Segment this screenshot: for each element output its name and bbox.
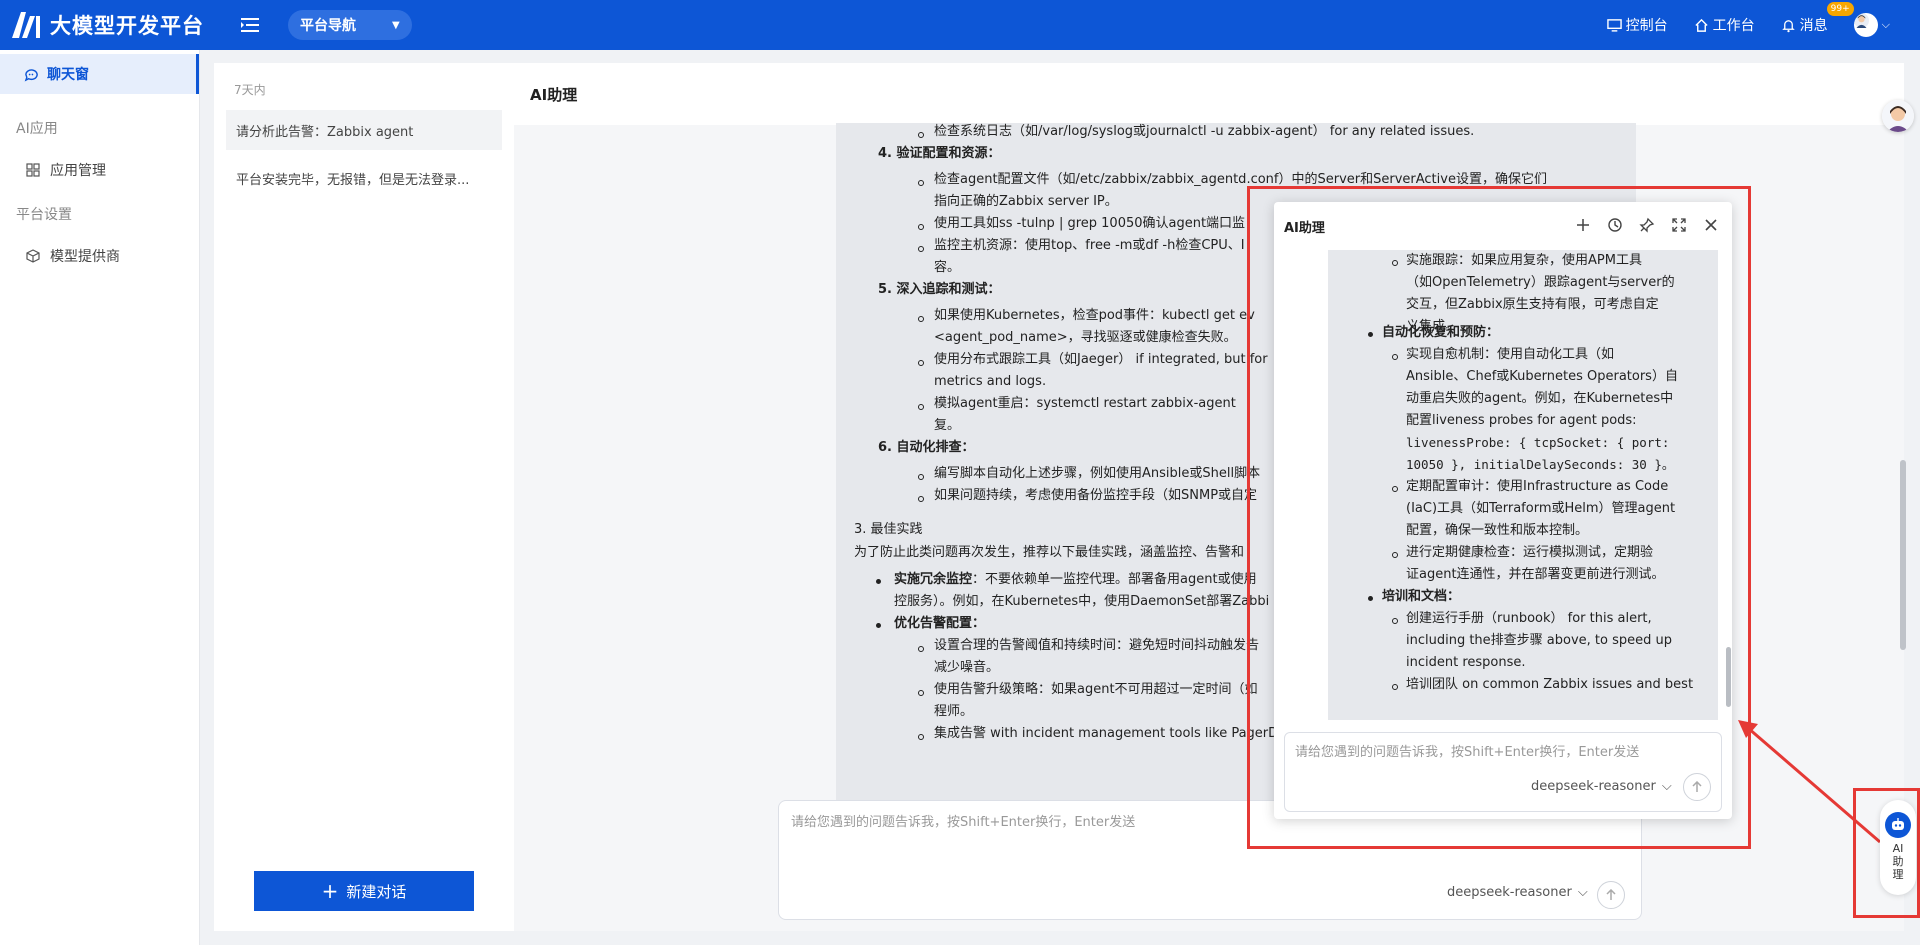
console-link[interactable]: 控制台 bbox=[1606, 15, 1668, 35]
grid-icon bbox=[26, 163, 40, 177]
logo-icon bbox=[12, 12, 40, 38]
workbench-label: 工作台 bbox=[1712, 18, 1755, 34]
message-text: 使用工具如ss -tulnp | grep 10050确认agent端口监 bbox=[934, 216, 1246, 231]
main-scrollbar[interactable] bbox=[1900, 460, 1906, 650]
workbench-link[interactable]: 工作台 bbox=[1694, 15, 1755, 35]
home-icon bbox=[1695, 18, 1708, 32]
assistant-avatar[interactable] bbox=[1882, 100, 1914, 132]
ai-assistant-float-button[interactable]: AI助理 bbox=[1880, 800, 1916, 895]
console-label: 控制台 bbox=[1625, 18, 1668, 34]
chat-input-placeholder: 请给您遇到的问题告诉我，按Shift+Enter换行，Enter发送 bbox=[791, 815, 1136, 830]
app-logo[interactable]: 大模型开发平台 bbox=[10, 10, 204, 40]
message-text: 为了防止此类问题再次发生，推荐以下最佳实践，涵盖监控、告警和 bbox=[854, 545, 1245, 560]
platform-nav-label: 平台导航 bbox=[300, 18, 356, 34]
sidebar-item-chat[interactable]: 聊天窗 bbox=[0, 54, 199, 94]
sidebar-item-label: 应用管理 bbox=[50, 163, 106, 179]
sidebar-item-label: 模型提供商 bbox=[50, 249, 120, 265]
sidebar: 聊天窗 AI应用 应用管理 平台设置 模型提供商 bbox=[0, 50, 200, 945]
user-menu[interactable]: ⌵ bbox=[1853, 13, 1890, 37]
message-text: <agent_pod_name>，寻找驱逐或健康检查失败。 bbox=[934, 330, 1237, 345]
menu-toggle-icon[interactable] bbox=[240, 15, 260, 35]
message-text: 程师。 bbox=[934, 704, 974, 719]
message-text: 检查系统日志（如/var/log/syslog或journalctl -u za… bbox=[934, 124, 1475, 139]
sidebar-group-ai-apps: AI应用 bbox=[16, 121, 58, 137]
message-text: 监控主机资源：使用top、free -m或df -h检查CPU、I bbox=[934, 238, 1245, 253]
message-heading: 3. 最佳实践 bbox=[854, 522, 923, 537]
message-heading: 4. 验证配置和资源： bbox=[878, 146, 1001, 161]
caret-down-icon: ▼ bbox=[392, 19, 400, 31]
sidebar-item-label: 聊天窗 bbox=[47, 67, 89, 83]
messages-label: 消息 bbox=[1799, 18, 1828, 34]
message-text: metrics and logs. bbox=[934, 374, 1047, 389]
message-heading: 5. 深入追踪和测试： bbox=[878, 282, 1001, 297]
chat-icon bbox=[24, 68, 38, 82]
conversation-item[interactable]: 请分析此告警：Zabbix agent bbox=[226, 110, 502, 150]
message-text: 设置合理的告警阈值和持续时间：避免短时间抖动触发告 bbox=[934, 638, 1260, 653]
monitor-icon bbox=[1606, 18, 1622, 32]
conversation-item[interactable]: 平台安装完毕，无报错，但是无法登录... bbox=[226, 158, 502, 198]
message-text: 容。 bbox=[934, 260, 961, 275]
message-text: 如果问题持续，考虑使用备份监控手段（如SNMP或自定 bbox=[934, 488, 1258, 503]
new-chat-label: 新建对话 bbox=[346, 882, 407, 901]
chevron-down-icon: ⌵ bbox=[1577, 885, 1588, 900]
message-text: 集成告警 with incident management tools like… bbox=[934, 726, 1287, 741]
model-selector-label: deepseek-reasoner bbox=[1447, 885, 1572, 900]
robot-icon bbox=[1885, 812, 1911, 838]
app-title: 大模型开发平台 bbox=[50, 14, 204, 38]
message-text: 优化告警配置： bbox=[894, 616, 986, 631]
message-text: 指向正确的Zabbix server IP。 bbox=[934, 194, 1118, 209]
ai-assistant-float-label: AI助理 bbox=[1892, 842, 1904, 881]
conversation-group-label: 7天内 bbox=[234, 83, 266, 97]
arrow-up-icon bbox=[1606, 889, 1616, 900]
messages-badge: 99+ bbox=[1826, 2, 1854, 16]
new-chat-button[interactable]: + 新建对话 bbox=[254, 871, 474, 911]
sidebar-group-settings: 平台设置 bbox=[16, 207, 72, 223]
message-text: 如果使用Kubernetes，检查pod事件：kubectl get ev bbox=[934, 308, 1255, 323]
message-text: 复。 bbox=[934, 418, 961, 433]
platform-nav-dropdown[interactable]: 平台导航 ▼ bbox=[288, 10, 412, 40]
send-button[interactable] bbox=[1597, 881, 1625, 909]
message-text: 编写脚本自动化上述步骤，例如使用Ansible或Shell脚本 bbox=[934, 466, 1261, 481]
conversation-list: 7天内 请分析此告警：Zabbix agent 平台安装完毕，无报错，但是无法登… bbox=[214, 63, 514, 931]
message-text: 减少噪音。 bbox=[934, 660, 1000, 675]
chevron-down-icon: ⌵ bbox=[1881, 18, 1890, 31]
model-selector[interactable]: deepseek-reasoner ⌵ bbox=[1447, 885, 1588, 900]
sidebar-item-model-providers[interactable]: 模型提供商 bbox=[0, 246, 199, 266]
bell-icon bbox=[1781, 19, 1795, 32]
plus-icon: + bbox=[321, 879, 339, 903]
annotation-arrow bbox=[1738, 720, 1881, 844]
cube-icon bbox=[26, 249, 40, 263]
message-text: 使用告警升级策略：如果agent不可用超过一定时间（如 bbox=[934, 682, 1258, 697]
message-text: 控服务）。例如，在Kubernetes中，使用DaemonSet部署Zabbi bbox=[894, 594, 1270, 609]
avatar bbox=[1853, 13, 1878, 37]
message-text: 实施冗余监控：不要依赖单一监控代理。部署备用agent或使用 bbox=[894, 572, 1257, 587]
message-text: 模拟agent重启：systemctl restart zabbix-agent bbox=[934, 396, 1236, 411]
highlight-box-popup bbox=[1247, 186, 1751, 849]
message-heading: 6. 自动化排查： bbox=[878, 440, 975, 455]
sidebar-item-app-management[interactable]: 应用管理 bbox=[0, 160, 199, 180]
message-text: 使用分布式跟踪工具（如Jaeger） if integrated, but fo… bbox=[934, 352, 1268, 367]
top-bar: 大模型开发平台 平台导航 ▼ 控制台 工作台 消息 99+ ⌵ bbox=[0, 0, 1920, 50]
messages-link[interactable]: 消息 99+ bbox=[1781, 2, 1854, 35]
chat-title: AI助理 bbox=[514, 63, 1904, 125]
